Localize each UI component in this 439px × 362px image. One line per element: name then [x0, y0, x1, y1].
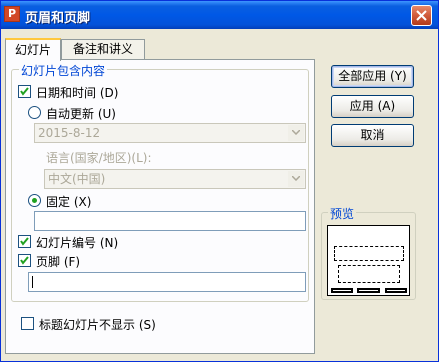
fixed-label: 固定 (X): [46, 195, 92, 209]
language-select[interactable]: 中文(中国): [44, 169, 306, 189]
slide-number-label: 幻灯片编号 (N): [36, 236, 119, 250]
preview-label: 预览: [328, 205, 357, 222]
footer-label: 页脚 (F): [36, 255, 81, 269]
checkmark-icon: [20, 237, 29, 246]
chevron-down-icon: [292, 130, 300, 135]
close-icon: [416, 10, 427, 21]
apply-button[interactable]: 应用 (A): [331, 95, 414, 118]
dialog-title: 页眉和页脚: [25, 11, 91, 26]
preview-body-placeholder: [338, 265, 400, 283]
date-format-dropdown-arrow[interactable]: [288, 125, 304, 141]
fixed-radio[interactable]: [28, 194, 41, 207]
powerpoint-app-icon: P: [4, 6, 20, 22]
footer-input[interactable]: [28, 272, 306, 292]
checkmark-icon: [20, 87, 29, 96]
date-time-label: 日期和时间 (D): [36, 86, 119, 100]
hide-on-title-slide-label: 标题幻灯片不显示 (S): [39, 318, 156, 332]
slide-preview-thumbnail: [327, 225, 410, 296]
language-dropdown-arrow[interactable]: [288, 171, 304, 187]
slide-content-group-label: 幻灯片包含内容: [19, 62, 108, 79]
auto-update-radio[interactable]: [28, 106, 41, 119]
fixed-date-input[interactable]: [34, 211, 306, 231]
cancel-button[interactable]: 取消: [331, 124, 414, 147]
date-format-select[interactable]: 2015-8-12: [34, 123, 306, 143]
date-format-value: 2015-8-12: [38, 126, 101, 140]
tab-slide[interactable]: 幻灯片: [5, 38, 61, 61]
hide-on-title-slide-checkbox[interactable]: [21, 317, 34, 330]
apply-to-all-button[interactable]: 全部应用 (Y): [331, 65, 414, 88]
close-button[interactable]: [411, 5, 432, 26]
language-label: 语言(国家/地区)(L):: [46, 151, 152, 165]
title-bar[interactable]: P 页眉和页脚: [1, 1, 438, 29]
slide-number-checkbox[interactable]: [18, 235, 31, 248]
chevron-down-icon: [292, 176, 300, 181]
auto-update-label: 自动更新 (U): [46, 107, 116, 121]
preview-footer-area: [357, 288, 380, 293]
text-caret: [32, 276, 33, 288]
date-time-checkbox[interactable]: [18, 85, 31, 98]
footer-checkbox[interactable]: [18, 254, 31, 267]
preview-date-area: [331, 288, 353, 293]
preview-title-placeholder: [334, 246, 404, 261]
tab-notes-handouts[interactable]: 备注和讲义: [61, 39, 145, 59]
language-value: 中文(中国): [48, 172, 106, 186]
checkmark-icon: [20, 256, 29, 265]
preview-number-area: [385, 288, 407, 293]
